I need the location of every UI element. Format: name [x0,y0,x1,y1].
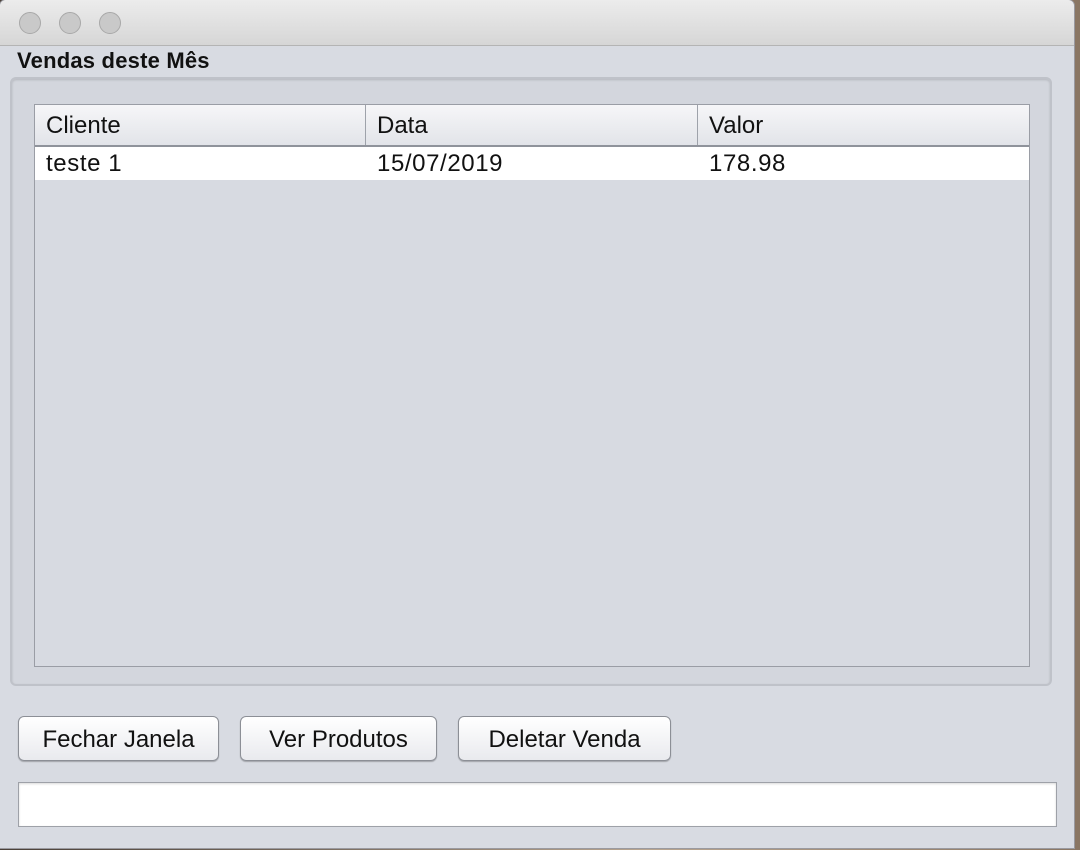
column-header-data[interactable]: Data [366,105,698,145]
cell-valor: 178.98 [709,150,787,177]
table-row[interactable]: teste 1 15/07/2019 178.98 [35,147,1029,180]
view-products-button[interactable]: Ver Produtos [240,716,437,761]
title-bar[interactable] [0,0,1074,46]
table-header: Cliente Data Valor [35,105,1029,147]
close-icon[interactable] [19,12,41,34]
delete-sale-button[interactable]: Deletar Venda [458,716,671,761]
minimize-icon[interactable] [59,12,81,34]
cell-data: 15/07/2019 [377,150,504,177]
column-header-valor[interactable]: Valor [698,105,1029,145]
sales-table[interactable]: Cliente Data Valor teste 1 15/07/2019 17… [34,104,1030,667]
zoom-icon[interactable] [99,12,121,34]
cell-cliente: teste 1 [46,150,123,177]
app-window: Vendas deste Mês Cliente Data Valor test… [0,0,1074,848]
column-header-cliente[interactable]: Cliente [35,105,366,145]
panel-title: Vendas deste Mês [17,48,210,73]
close-window-button[interactable]: Fechar Janela [18,716,219,761]
status-text-field[interactable] [18,782,1057,827]
